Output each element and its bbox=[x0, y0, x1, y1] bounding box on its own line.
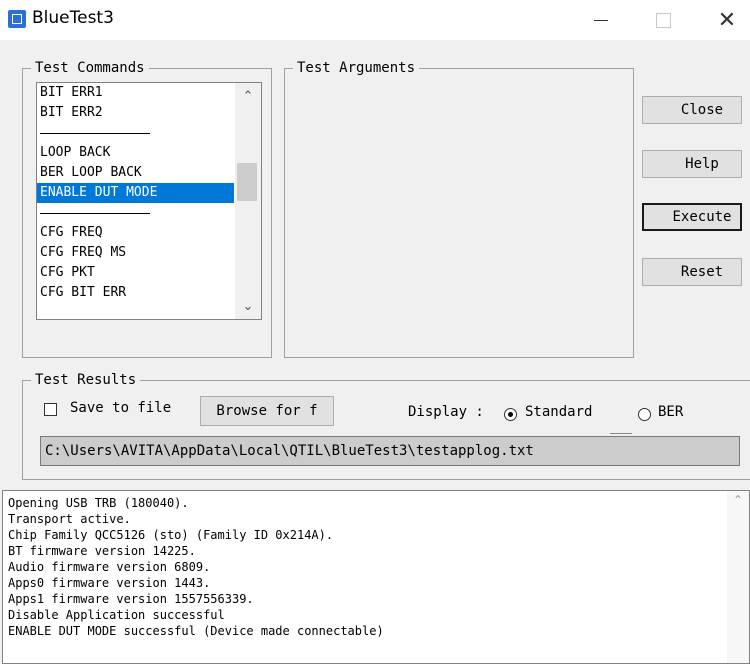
log-line: Audio firmware version 6809. bbox=[8, 560, 211, 574]
test-arguments-group: Test Arguments bbox=[284, 60, 634, 358]
minimize-icon bbox=[594, 19, 608, 21]
save-to-file-checkbox[interactable] bbox=[44, 403, 57, 416]
close-window-button[interactable]: ✕ bbox=[704, 0, 750, 40]
scroll-up-icon[interactable]: ⌃ bbox=[235, 83, 261, 109]
log-line: Transport active. bbox=[8, 512, 131, 526]
browse-button[interactable]: Browse for f bbox=[200, 396, 334, 426]
display-standard-radio[interactable] bbox=[504, 408, 517, 421]
log-scrollbar[interactable]: ⌃ bbox=[727, 491, 749, 663]
command-item[interactable]: BIT ERR2 bbox=[37, 103, 234, 123]
log-line: ENABLE DUT MODE successful (Device made … bbox=[8, 624, 384, 638]
display-ber-radio[interactable] bbox=[638, 408, 651, 421]
log-path-field[interactable]: C:\Users\AVITA\AppData\Local\QTIL\BlueTe… bbox=[40, 436, 740, 466]
command-item[interactable]: BER LOOP BACK bbox=[37, 163, 234, 183]
log-line: Disable Application successful bbox=[8, 608, 225, 622]
help-button[interactable]: Help bbox=[642, 150, 742, 178]
command-item[interactable]: CFG PKT bbox=[37, 263, 234, 283]
log-line: Apps0 firmware version 1443. bbox=[8, 576, 211, 590]
window-title: BlueTest3 bbox=[32, 8, 114, 28]
focus-indicator bbox=[610, 433, 632, 434]
app-icon bbox=[8, 10, 26, 28]
test-arguments-legend: Test Arguments bbox=[297, 60, 416, 76]
output-log[interactable]: Opening USB TRB (180040). Transport activ… bbox=[2, 490, 750, 664]
display-label: Display : bbox=[408, 404, 484, 420]
display-ber-label[interactable]: BER bbox=[658, 404, 683, 420]
reset-button[interactable]: Reset bbox=[642, 258, 742, 286]
command-item[interactable]: CFG FREQ MS bbox=[37, 243, 234, 263]
close-icon: ✕ bbox=[717, 7, 737, 33]
test-commands-list[interactable]: BIT ERR1 BIT ERR2 LOOP BACK BER LOOP BACK EN… bbox=[36, 82, 262, 320]
execute-button[interactable]: Execute bbox=[642, 203, 742, 231]
minimize-button[interactable] bbox=[578, 0, 624, 40]
list-separator bbox=[37, 203, 234, 223]
command-item[interactable]: BIT ERR1 bbox=[37, 83, 234, 103]
scroll-down-icon[interactable]: ⌄ bbox=[235, 293, 261, 319]
command-item[interactable]: CFG FREQ bbox=[37, 223, 234, 243]
list-separator bbox=[37, 123, 234, 143]
test-results-legend: Test Results bbox=[35, 372, 137, 388]
maximize-button[interactable] bbox=[640, 0, 686, 40]
command-item[interactable]: ENABLE DUT MODE bbox=[37, 183, 234, 203]
command-item[interactable]: CFG BIT ERR bbox=[37, 283, 234, 303]
log-line: Apps1 firmware version 1557556339. bbox=[8, 592, 254, 606]
log-scroll-up-icon[interactable]: ⌃ bbox=[727, 493, 749, 507]
close-button[interactable]: Close bbox=[642, 96, 742, 124]
log-line: BT firmware version 14225. bbox=[8, 544, 196, 558]
command-item[interactable]: LOOP BACK bbox=[37, 143, 234, 163]
test-commands-legend: Test Commands bbox=[35, 60, 145, 76]
title-bar: BlueTest3 ✕ bbox=[0, 0, 750, 40]
log-line: Opening USB TRB (180040). bbox=[8, 496, 189, 510]
save-to-file-label[interactable]: Save to file bbox=[70, 400, 171, 416]
display-standard-label[interactable]: Standard bbox=[525, 404, 592, 420]
maximize-icon bbox=[655, 12, 671, 28]
commands-scroll-thumb[interactable] bbox=[237, 163, 257, 201]
log-line: Chip Family QCC5126 (sto) (Family ID 0x2… bbox=[8, 528, 334, 542]
commands-scrollbar[interactable]: ⌃ ⌄ bbox=[235, 83, 261, 319]
